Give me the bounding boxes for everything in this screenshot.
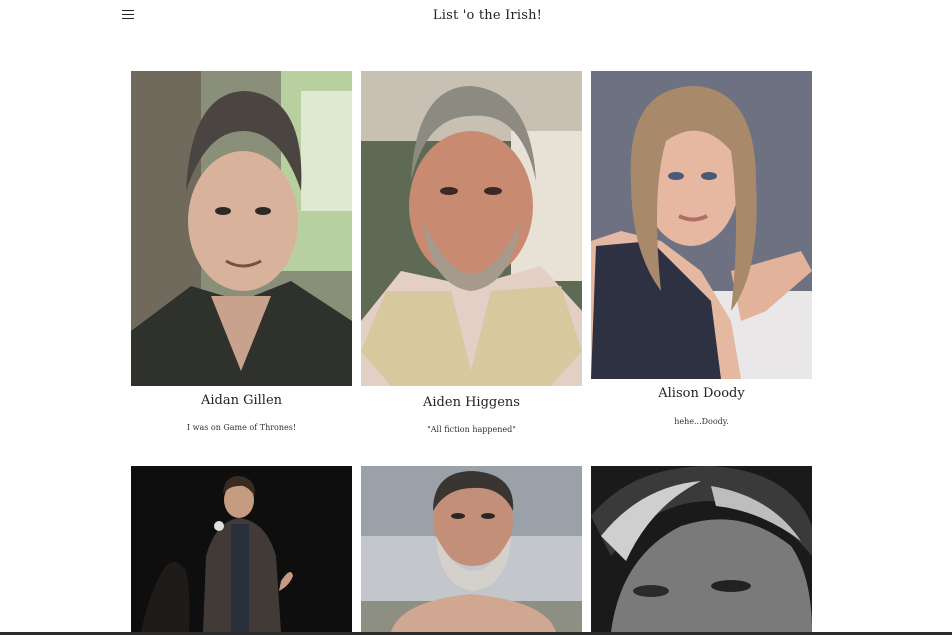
- person-card[interactable]: Alison Doody hehe...Doody.: [591, 71, 812, 441]
- person-photo[interactable]: [131, 71, 352, 386]
- person-photo[interactable]: [591, 466, 812, 632]
- person-card[interactable]: Aidan Gillen I was on Game of Thrones!: [131, 71, 352, 441]
- person-quote: "All fiction happened": [427, 425, 516, 434]
- page-title: List 'o the Irish!: [432, 8, 543, 23]
- top-bar: List 'o the Irish!: [0, 0, 952, 34]
- person-quote: I was on Game of Thrones!: [186, 423, 297, 432]
- person-photo[interactable]: [591, 71, 812, 379]
- person-name: Aidan Gillen: [200, 393, 283, 408]
- person-photo[interactable]: [361, 466, 582, 632]
- person-card[interactable]: [591, 466, 812, 632]
- person-photo[interactable]: [361, 71, 582, 386]
- person-name: Alison Doody: [658, 386, 745, 401]
- person-photo[interactable]: [131, 466, 352, 632]
- person-card[interactable]: [131, 466, 352, 632]
- person-name: Aiden Higgens: [423, 395, 520, 410]
- person-card[interactable]: Aiden Higgens "All fiction happened": [361, 71, 582, 441]
- page: List 'o the Irish! Aidan Gillen I was on…: [0, 0, 952, 635]
- person-quote: hehe...Doody.: [674, 417, 729, 426]
- person-card[interactable]: [361, 466, 582, 632]
